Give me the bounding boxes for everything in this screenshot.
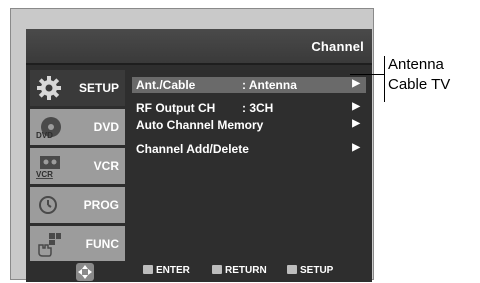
- menu-titlebar: Channel: [26, 29, 372, 65]
- tab-label-prog: PROG: [83, 198, 119, 212]
- tab-dvd[interactable]: DVD DVD: [30, 109, 125, 145]
- return-hint-label: RETURN: [225, 265, 267, 276]
- row-value: : 3CH: [242, 101, 274, 115]
- dvd-disc-icon: DVD: [36, 117, 61, 140]
- callout-pointer-line: [350, 74, 385, 75]
- tab-prog[interactable]: PROG: [30, 187, 125, 223]
- vcr-tape-icon: VCR: [36, 156, 60, 179]
- tab-setup[interactable]: SETUP: [30, 70, 125, 106]
- setup-hint-label: SETUP: [300, 265, 334, 276]
- return-icon: [212, 265, 222, 274]
- menu-row-rf-output[interactable]: RF Output CH : 3CH ▶: [132, 100, 366, 116]
- menu-row-channel-add-delete[interactable]: Channel Add/Delete ▶: [132, 141, 366, 157]
- callout-option-antenna: Antenna: [388, 56, 444, 73]
- tab-label-func: FUNC: [85, 237, 119, 251]
- chevron-right-icon: ▶: [352, 142, 360, 153]
- row-label: Ant./Cable: [136, 78, 196, 92]
- tab-label-vcr: VCR: [93, 159, 119, 173]
- vcr-icon-text: VCR: [36, 170, 53, 179]
- tab-label-dvd: DVD: [93, 120, 119, 134]
- row-value: : Antenna: [242, 78, 297, 92]
- navigation-pad-icon: [76, 263, 94, 281]
- tv-screen: Channel SETUP DVD DVD VCR VCR PROG FUNC …: [10, 8, 374, 282]
- tab-label-setup: SETUP: [78, 81, 119, 95]
- channel-menu-window: Channel SETUP DVD DVD VCR VCR PROG FUNC …: [26, 29, 372, 282]
- enter-hint: ENTER: [143, 265, 190, 276]
- chevron-right-icon: ▶: [352, 78, 360, 89]
- setup-key-icon: [287, 265, 297, 274]
- function-hand-icon: [38, 233, 61, 257]
- menu-row-ant-cable[interactable]: Ant./Cable : Antenna ▶: [132, 77, 366, 93]
- row-label: RF Output CH: [136, 101, 216, 115]
- menu-row-auto-channel-memory[interactable]: Auto Channel Memory ▶: [132, 117, 366, 133]
- dvd-icon-text: DVD: [36, 131, 53, 140]
- row-label: Auto Channel Memory: [136, 118, 264, 132]
- gear-icon: [37, 76, 61, 100]
- callout-bracket-line: [384, 56, 385, 102]
- enter-hint-label: ENTER: [156, 265, 190, 276]
- chevron-right-icon: ▶: [352, 101, 360, 112]
- tab-func[interactable]: FUNC: [30, 226, 125, 262]
- row-label: Channel Add/Delete: [136, 142, 249, 156]
- return-hint: RETURN: [212, 265, 267, 276]
- setup-hint: SETUP: [287, 265, 333, 276]
- menu-title: Channel: [311, 39, 364, 54]
- menu-content: Ant./Cable : Antenna ▶ RF Output CH : 3C…: [130, 69, 370, 259]
- chevron-right-icon: ▶: [352, 118, 360, 129]
- enter-icon: [143, 265, 153, 274]
- callout-option-cable-tv: Cable TV: [388, 76, 451, 93]
- clock-icon: [39, 196, 57, 214]
- tab-vcr[interactable]: VCR VCR: [30, 148, 125, 184]
- menu-footer: ENTER RETURN SETUP: [26, 261, 372, 282]
